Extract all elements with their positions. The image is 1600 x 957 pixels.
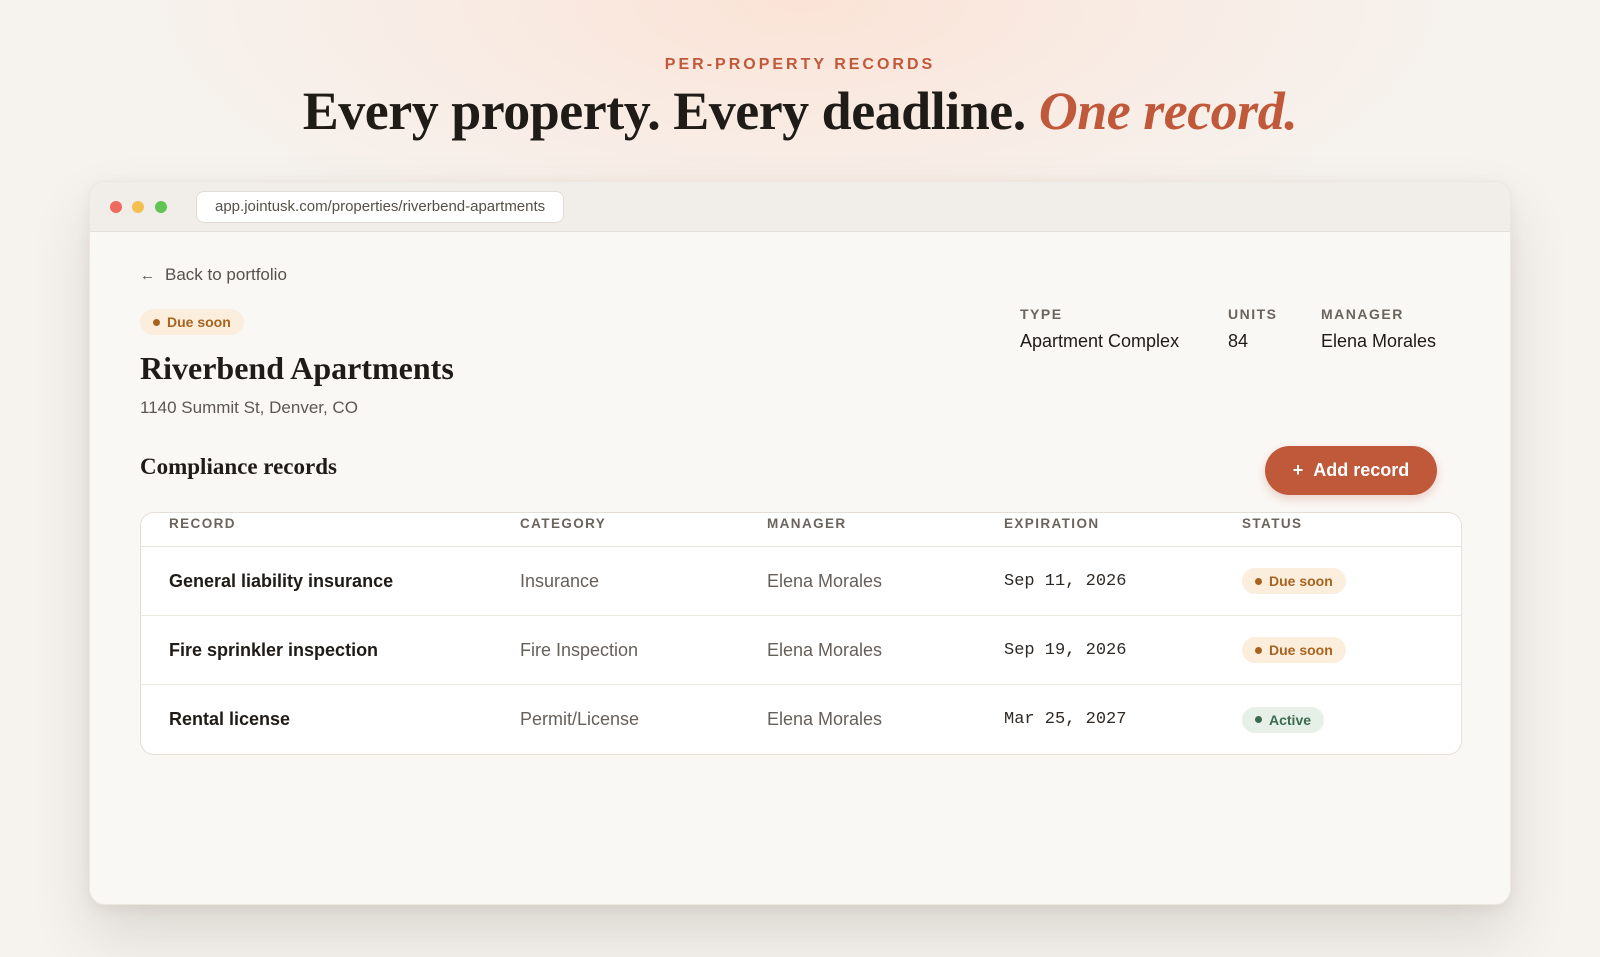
col-header-category[interactable]: CATEGORY xyxy=(520,513,767,546)
record-category: Permit/License xyxy=(520,709,640,729)
col-header-record[interactable]: RECORD xyxy=(141,513,520,546)
address-bar[interactable]: app.jointusk.com/properties/riverbend-ap… xyxy=(196,191,565,223)
record-category: Insurance xyxy=(520,570,600,591)
status-label: Active xyxy=(1269,711,1312,728)
col-header-expiration[interactable]: EXPIRATION xyxy=(1004,513,1242,546)
meta-manager: MANAGER Elena Morales xyxy=(1321,306,1436,352)
meta-type: TYPE Apartment Complex xyxy=(1020,306,1179,352)
record-manager: Elena Morales xyxy=(767,570,883,591)
record-status-cell: Due soon xyxy=(1242,637,1442,663)
meta-manager-label: MANAGER xyxy=(1321,306,1404,322)
table-row[interactable]: Rental license Permit/License Elena Mora… xyxy=(141,685,1461,754)
record-name[interactable]: Rental license xyxy=(141,709,520,730)
record-manager: Elena Morales xyxy=(767,639,883,660)
back-to-portfolio-link[interactable]: ← Back to portfolio xyxy=(140,265,287,285)
hero-eyebrow: PER-PROPERTY RECORDS xyxy=(664,56,936,73)
col-header-manager[interactable]: MANAGER xyxy=(767,513,1004,546)
status-badge: Active xyxy=(1242,706,1325,733)
status-badge: Due soon xyxy=(1242,568,1346,594)
status-dot-icon xyxy=(153,318,160,326)
plus-icon: + xyxy=(1292,460,1304,480)
status-dot-icon xyxy=(1255,716,1262,723)
record-expiration: Sep 11, 2026 xyxy=(1004,571,1127,591)
meta-units: UNITS 84 xyxy=(1228,306,1278,352)
minimize-window-dot[interactable] xyxy=(132,201,144,213)
add-record-button[interactable]: + Add record xyxy=(1265,446,1437,495)
maximize-window-dot[interactable] xyxy=(155,201,167,213)
record-category: Fire Inspection xyxy=(520,639,639,660)
status-badge: Due soon xyxy=(1242,637,1346,663)
table-header: RECORD CATEGORY MANAGER EXPIRATION STATU… xyxy=(141,513,1461,547)
col-header-status[interactable]: STATUS xyxy=(1242,513,1442,546)
property-status-label: Due soon xyxy=(167,314,231,330)
property-name: Riverbend Apartments xyxy=(140,350,454,386)
record-manager: Elena Morales xyxy=(767,709,883,729)
meta-units-label: UNITS xyxy=(1228,306,1278,322)
property-address: 1140 Summit St, Denver, CO xyxy=(140,398,358,417)
meta-type-value: Apartment Complex xyxy=(1020,331,1180,351)
headline-main: Every property. Every deadline. xyxy=(302,81,1026,141)
back-label: Back to portfolio xyxy=(165,265,287,284)
record-status-cell: Due soon xyxy=(1242,568,1442,594)
record-expiration: Sep 19, 2026 xyxy=(1004,640,1127,660)
headline-accent: One record. xyxy=(1038,81,1298,141)
arrow-left-icon: ← xyxy=(140,266,155,284)
meta-type-label: TYPE xyxy=(1020,306,1063,322)
browser-titlebar: app.jointusk.com/properties/riverbend-ap… xyxy=(90,182,1510,232)
hero-headline: Every property. Every deadline. One reco… xyxy=(0,80,1600,142)
browser-window: app.jointusk.com/properties/riverbend-ap… xyxy=(89,181,1511,905)
meta-units-value: 84 xyxy=(1228,331,1249,351)
meta-manager-value: Elena Morales xyxy=(1321,331,1437,351)
table-row[interactable]: Fire sprinkler inspection Fire Inspectio… xyxy=(141,616,1461,685)
records-table: RECORD CATEGORY MANAGER EXPIRATION STATU… xyxy=(140,512,1462,755)
property-status-badge: Due soon xyxy=(140,309,244,335)
table-row[interactable]: General liability insurance Insurance El… xyxy=(141,547,1461,616)
status-dot-icon xyxy=(1255,577,1262,585)
close-window-dot[interactable] xyxy=(110,201,122,213)
record-name[interactable]: Fire sprinkler inspection xyxy=(141,640,520,661)
status-label: Due soon xyxy=(1269,573,1333,589)
section-title: Compliance records xyxy=(140,454,337,479)
record-name[interactable]: General liability insurance xyxy=(141,571,520,592)
status-dot-icon xyxy=(1255,646,1262,654)
record-status-cell: Active xyxy=(1242,706,1442,733)
record-expiration: Mar 25, 2027 xyxy=(1004,710,1127,729)
status-label: Due soon xyxy=(1269,642,1333,658)
add-record-label: Add record xyxy=(1313,460,1410,480)
